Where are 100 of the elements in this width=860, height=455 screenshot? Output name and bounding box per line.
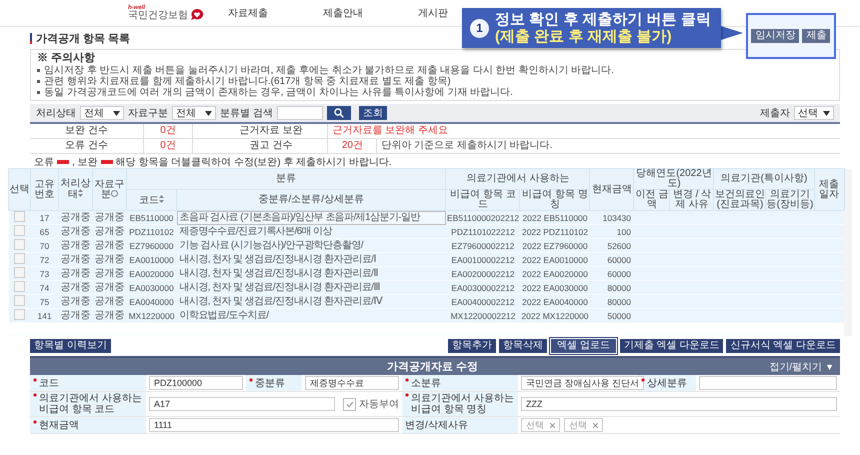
checkbox[interactable] [14, 211, 25, 222]
table-cell: 공개중 [58, 280, 92, 294]
table-cell: 공개중 [92, 266, 126, 280]
table-cell[interactable]: 내시경, 천자 및 생검료/진정내시경 환자관리료/Ⅲ [176, 280, 446, 294]
summary-value: 20건 [328, 138, 377, 154]
collapse-toggle[interactable]: 접기/펼치기 ▼ [769, 360, 834, 374]
checkbox[interactable] [14, 281, 25, 292]
checkbox[interactable] [14, 225, 25, 236]
input-field[interactable]: 제증명수수료 [305, 376, 399, 390]
table-cell: 100 [590, 224, 634, 238]
nav-link[interactable]: 제출안내 [323, 8, 363, 19]
table-cell: 2022 EZ7960000 [520, 238, 590, 252]
table-cell: 52600 [590, 238, 634, 252]
caret-icon [113, 110, 120, 116]
table-cell[interactable]: 내시경, 천자 및 생검료/진정내시경 환자관리료/Ⅳ [176, 294, 446, 308]
submit-button[interactable]: 제출 [802, 29, 830, 43]
table-cell: 2022 EA0030000 [520, 280, 590, 294]
action-button[interactable]: 항목삭제 [499, 339, 548, 353]
input-field[interactable]: A17 [149, 397, 335, 411]
search-field[interactable] [276, 106, 323, 120]
field-label: 소분류 [411, 378, 441, 388]
notice-text: 임시저장 후 반드시 제출 버튼을 눌러주시기 바라며, 제출 후에는 취소가 불가하므로 제출 내용을 다시 한번 확인하시기 바랍니다. [44, 65, 614, 76]
column-header: 분류 [126, 168, 446, 190]
table-cell: MX12200002212 [446, 308, 520, 322]
summary-value: 근거자료를 보완해 주세요 [328, 124, 840, 138]
table-cell: 공개중 [92, 210, 126, 224]
action-button[interactable]: 기제출 엑셀 다운로드 [620, 339, 724, 353]
column-header: 자료구분 [92, 168, 126, 210]
table-cell: EA0020000 [126, 266, 176, 280]
column-header: 고유번호 [30, 168, 58, 210]
input-field[interactable]: 국민연금 장애심사용 진단서 [521, 376, 644, 390]
column-header: 이전 금액 [634, 190, 670, 210]
summary-note: 단위아 기준으로 제출하시기 바랍니다. [376, 138, 840, 154]
table-cell: PDZ1101022212 [446, 224, 520, 238]
filter-label: 제출자 [760, 107, 790, 120]
sort-icon [78, 189, 83, 197]
table-cell[interactable]: 초음파 검사료 (기본초음파)/임산부 초음파/제1삼분기-일반 [176, 210, 446, 224]
table-cell: PDZ110102 [126, 224, 176, 238]
input-field[interactable] [699, 376, 837, 390]
select-field[interactable]: 전체 [172, 106, 216, 120]
table-cell: 75 [30, 294, 58, 308]
submit-button[interactable]: 임시저장 [751, 29, 800, 43]
input-field[interactable]: 1111 [149, 418, 399, 432]
column-header: 당해연도(2022년도) [634, 168, 714, 190]
table-cell: 60000 [590, 266, 634, 280]
bullet-icon [37, 69, 40, 72]
search-button[interactable] [326, 106, 351, 120]
field-label: 의료기관에서 사용하는 비급여 항목 명칭 [411, 393, 514, 415]
field-label: 의료기관에서 사용하는 비급여 항목 코드 [39, 393, 142, 415]
table-cell[interactable]: 제증명수수료/진료기록사본/6매 이상 [176, 224, 446, 238]
checkbox[interactable] [343, 398, 356, 410]
table-cell: EB5110000 [126, 210, 176, 224]
bullet-icon [37, 80, 40, 83]
checkbox[interactable] [14, 267, 25, 278]
action-button[interactable]: 신규서식 엑셀 다운로드 [726, 339, 840, 353]
table-cell: 141 [30, 308, 58, 322]
query-button[interactable]: 조회 [358, 106, 387, 120]
nav-link[interactable]: 게시판 [418, 8, 448, 19]
table-cell[interactable]: 내시경, 천자 및 생검료/진정내시경 환자관리료/Ⅰ [176, 252, 446, 266]
nav-link[interactable]: 자료제출 [228, 8, 268, 19]
table-cell: EZ7960000 [126, 238, 176, 252]
checkbox[interactable] [14, 309, 25, 320]
check-icon [346, 400, 354, 408]
checkbox[interactable] [14, 295, 25, 306]
field-label: 변경/삭제사유 [405, 420, 468, 430]
select-field[interactable]: 선택 [794, 106, 834, 120]
column-header: 현재금액 [590, 168, 634, 210]
table-cell: 65 [30, 224, 58, 238]
input-field[interactable]: PDZ100000 [149, 376, 243, 390]
table-cell: 공개중 [92, 280, 126, 294]
error-swatch [57, 160, 69, 164]
table-cell: EA00100002212 [446, 252, 520, 266]
select-field[interactable]: 전체 [80, 106, 124, 120]
required-mark-icon [405, 378, 409, 382]
table-cell: 74 [30, 280, 58, 294]
logo-text: 국민건강보험 [128, 11, 188, 21]
action-button[interactable]: 엑셀 업로드 [550, 338, 617, 354]
column-header: 중분류/소분류/상세분류 [176, 190, 446, 210]
sort-icon [159, 194, 164, 202]
column-header: 보건의료인(진료과목) [714, 190, 766, 210]
column-header: 처리상태 [58, 168, 92, 210]
page-title: 가격공개 항목 목록 [36, 32, 130, 46]
fix-swatch [100, 160, 113, 164]
history-button[interactable]: 항목별 이력보기 [30, 339, 111, 353]
summary-label: 권고 건수 [214, 138, 328, 154]
step-number-badge: 1 [470, 18, 489, 38]
callout-text: 정보 확인 후 제출하기 버튼 클릭 [495, 11, 711, 28]
checkbox[interactable] [14, 253, 25, 264]
column-header: 변경 / 삭제 사유 [670, 190, 714, 210]
table-cell[interactable]: 기능 검사료 (시기능검사)/안구광학단층촬영/ [176, 238, 446, 252]
field-label: 상세분류 [647, 378, 687, 388]
clear-icon [593, 422, 598, 428]
checkbox[interactable] [14, 239, 25, 250]
action-button[interactable]: 항목추가 [448, 339, 496, 353]
table-cell: 공개중 [58, 266, 92, 280]
input-field[interactable]: ZZZ [521, 397, 837, 411]
legend-label: , 보완 [72, 156, 98, 168]
table-cell[interactable]: 내시경, 천자 및 생검료/진정내시경 환자관리료/Ⅱ [176, 266, 446, 280]
table-cell[interactable]: 이학요법료/도수치료/ [176, 308, 446, 322]
table-cell: EA0040000 [126, 294, 176, 308]
